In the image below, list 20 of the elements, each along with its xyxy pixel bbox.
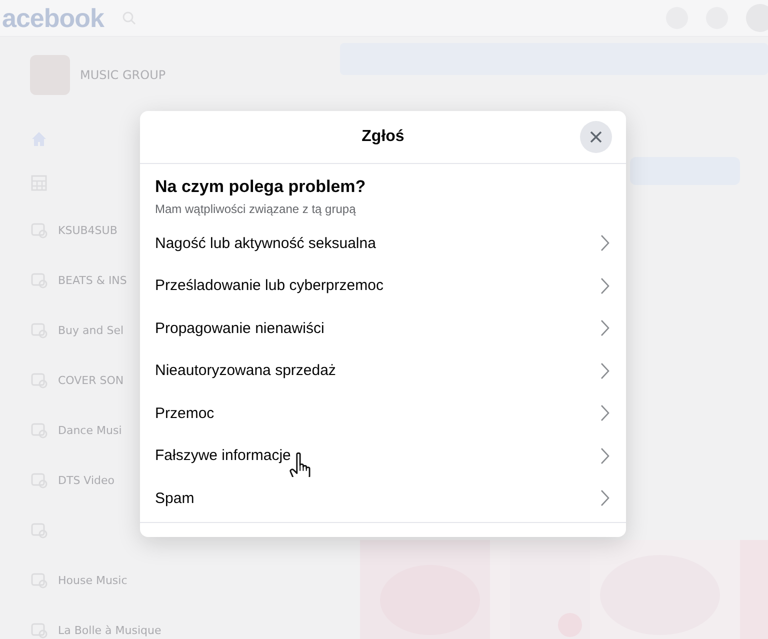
report-option[interactable]: Nagość lub aktywność seksualna [140,222,626,264]
report-option[interactable]: Fałszywe informacje [140,434,626,477]
sidebar-item[interactable]: BEATS & INS [58,274,127,286]
logo[interactable]: acebook [2,2,104,34]
group-name[interactable]: MUSIC GROUP [80,68,166,82]
sidebar-item[interactable]: La Bolle à Musique [58,624,162,636]
report-option[interactable]: Propagowanie nienawiści [140,307,626,350]
sidebar-item[interactable]: Dance Musi [58,424,122,436]
report-option[interactable]: Nieautoryzowana sprzedaż [140,350,626,392]
report-option[interactable]: Przemoc [140,392,626,434]
report-option[interactable]: Spam [140,477,626,520]
sidebar-item[interactable]: KSUB4SUB [58,224,118,236]
sidebar-item[interactable]: Buy and Sel [58,324,124,336]
question-subtitle: Mam wątpliwości związane z tą grupą [155,202,357,216]
dialog-title: Zgłoś [362,128,404,146]
sidebar-item[interactable]: COVER SON [58,374,124,386]
sidebar-item[interactable]: House Music [58,574,128,586]
report-option[interactable]: Prześladowanie lub cyberprzemoc [140,264,626,307]
question-heading: Na czym polega problem? [155,177,367,197]
sidebar-item[interactable]: DTS Video [58,474,114,486]
